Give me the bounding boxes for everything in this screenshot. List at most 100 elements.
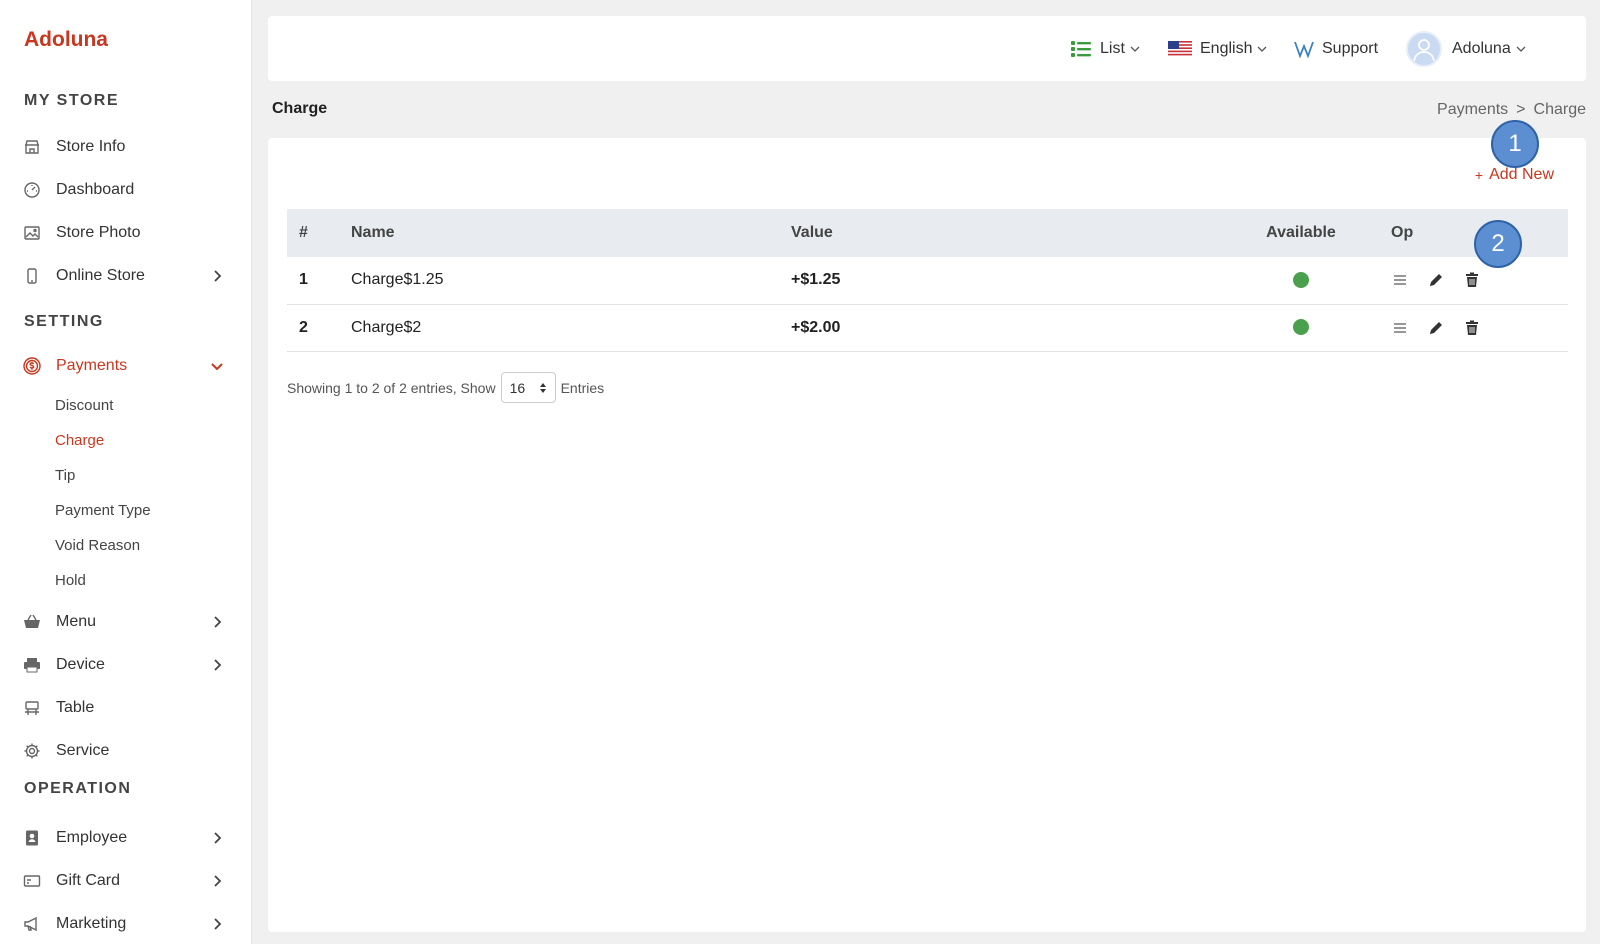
delete-trash-icon[interactable]: [1463, 271, 1481, 289]
chevron-right-icon: [214, 832, 222, 844]
table-icon: [22, 698, 42, 718]
chevron-down-icon: [1130, 46, 1140, 52]
basket-icon: [22, 612, 42, 632]
row-number: 1: [287, 257, 351, 305]
sidebar-item-gift-card[interactable]: Gift Card: [22, 863, 232, 899]
sidebar-item-store-info[interactable]: Store Info: [22, 129, 232, 165]
store-icon: [22, 137, 42, 157]
top-bar: List English Support Adoluna: [268, 16, 1586, 81]
content-card: + Add New # Name Value Available Op 1 Ch…: [268, 138, 1586, 932]
column-header-value: Value: [791, 224, 833, 241]
column-header-name: Name: [351, 224, 395, 241]
sidebar-subitem-void-reason[interactable]: Void Reason: [55, 537, 140, 554]
gear-icon: [22, 741, 42, 761]
photo-icon: [22, 223, 42, 243]
table-row: 2 Charge$2 +$2.00: [287, 304, 1568, 352]
sidebar-item-label: Device: [56, 656, 105, 673]
chevron-right-icon: [214, 659, 222, 671]
column-header-available: Available: [1266, 224, 1336, 241]
language-dropdown[interactable]: English: [1168, 16, 1267, 81]
sidebar-item-label: Gift Card: [56, 872, 121, 889]
chevron-down-icon: [1258, 46, 1267, 52]
row-value: +$1.25: [791, 257, 1211, 305]
available-status-dot: [1293, 272, 1309, 289]
support-link[interactable]: Support: [1294, 16, 1378, 81]
sidebar-item-employee[interactable]: Employee: [22, 820, 232, 856]
sidebar-item-marketing[interactable]: Marketing: [22, 906, 232, 942]
sidebar-item-label: Payments: [56, 357, 128, 374]
support-logo-icon: [1294, 41, 1314, 58]
delete-trash-icon[interactable]: [1463, 319, 1481, 337]
mobile-icon: [22, 266, 42, 286]
select-arrows-icon: [539, 382, 546, 393]
sidebar-item-label: Menu: [56, 613, 97, 630]
sidebar-item-menu[interactable]: Menu: [22, 604, 232, 640]
annotation-marker-2: 2: [1474, 220, 1522, 268]
plus-icon: +: [1474, 167, 1484, 183]
add-new-button[interactable]: + Add New: [1475, 166, 1554, 184]
sidebar-subitem-charge[interactable]: Charge: [55, 432, 104, 449]
avatar: [1406, 30, 1442, 67]
megaphone-icon: [22, 914, 42, 934]
sidebar-item-label: Store Photo: [56, 224, 141, 241]
drag-handle-icon[interactable]: [1391, 319, 1409, 337]
language-label: English: [1200, 39, 1253, 57]
badge-icon: [22, 828, 42, 848]
row-name: Charge$2: [351, 304, 791, 352]
section-my-store: MY STORE: [24, 92, 119, 109]
chevron-down-icon: [211, 363, 223, 371]
breadcrumb-item-charge: Charge: [1533, 101, 1586, 118]
page-size-select[interactable]: 16: [500, 372, 556, 403]
section-setting: SETTING: [24, 313, 104, 330]
sidebar-item-label: Online Store: [56, 267, 145, 284]
user-menu-dropdown[interactable]: Adoluna: [1406, 16, 1526, 81]
chevron-right-icon: [214, 616, 222, 628]
add-new-label: Add New: [1489, 166, 1554, 183]
printer-icon: [22, 655, 42, 675]
sidebar-item-online-store[interactable]: Online Store: [22, 258, 232, 294]
entries-label: Entries: [560, 379, 605, 396]
sidebar-item-table[interactable]: Table: [22, 690, 232, 726]
chevron-right-icon: [214, 918, 222, 930]
sidebar-item-label: Store Info: [56, 138, 126, 155]
available-status-dot: [1293, 319, 1309, 336]
breadcrumb-separator: >: [1516, 101, 1526, 118]
breadcrumb-item-payments[interactable]: Payments: [1437, 101, 1508, 119]
sidebar-subitem-hold[interactable]: Hold: [55, 572, 86, 589]
sidebar-item-label: Service: [56, 742, 110, 759]
list-icon: [1071, 40, 1091, 57]
brand-logo[interactable]: Adoluna: [24, 28, 108, 52]
sidebar-subitem-tip[interactable]: Tip: [55, 467, 75, 484]
row-name: Charge$1.25: [351, 257, 791, 305]
row-number: 2: [287, 304, 351, 352]
chevron-right-icon: [214, 875, 222, 887]
support-label: Support: [1322, 39, 1379, 57]
breadcrumb: Payments > Charge: [1437, 101, 1586, 119]
row-value: +$2.00: [791, 304, 1211, 352]
sidebar-item-label: Marketing: [56, 915, 127, 932]
sidebar-item-service[interactable]: Service: [22, 733, 232, 769]
sidebar-subitem-payment-type[interactable]: Payment Type: [55, 502, 151, 519]
section-operation: OPERATION: [24, 780, 132, 797]
gift-card-icon: [22, 871, 42, 891]
entries-summary: Showing 1 to 2 of 2 entries, Show: [287, 379, 496, 396]
sidebar-item-store-photo[interactable]: Store Photo: [22, 215, 232, 251]
edit-pencil-icon[interactable]: [1427, 271, 1445, 289]
us-flag-icon: [1168, 40, 1192, 57]
sidebar-item-dashboard[interactable]: Dashboard: [22, 172, 232, 208]
chevron-right-icon: [214, 270, 222, 282]
view-list-dropdown[interactable]: List: [1070, 16, 1140, 81]
sidebar-item-device[interactable]: Device: [22, 647, 232, 683]
table-footer: Showing 1 to 2 of 2 entries, Show 16 Ent…: [287, 372, 604, 403]
table-header-row: # Name Value Available Op: [287, 209, 1568, 257]
sidebar-item-payments[interactable]: Payments: [22, 348, 232, 384]
page-size-value: 16: [509, 379, 526, 396]
column-header-number: #: [299, 224, 308, 241]
edit-pencil-icon[interactable]: [1427, 319, 1445, 337]
user-name: Adoluna: [1452, 39, 1511, 57]
user-avatar-icon: [1413, 38, 1435, 61]
dollar-circle-icon: [22, 356, 42, 376]
sidebar-item-label: Table: [56, 699, 95, 716]
drag-handle-icon[interactable]: [1391, 271, 1409, 289]
sidebar-subitem-discount[interactable]: Discount: [55, 397, 113, 414]
